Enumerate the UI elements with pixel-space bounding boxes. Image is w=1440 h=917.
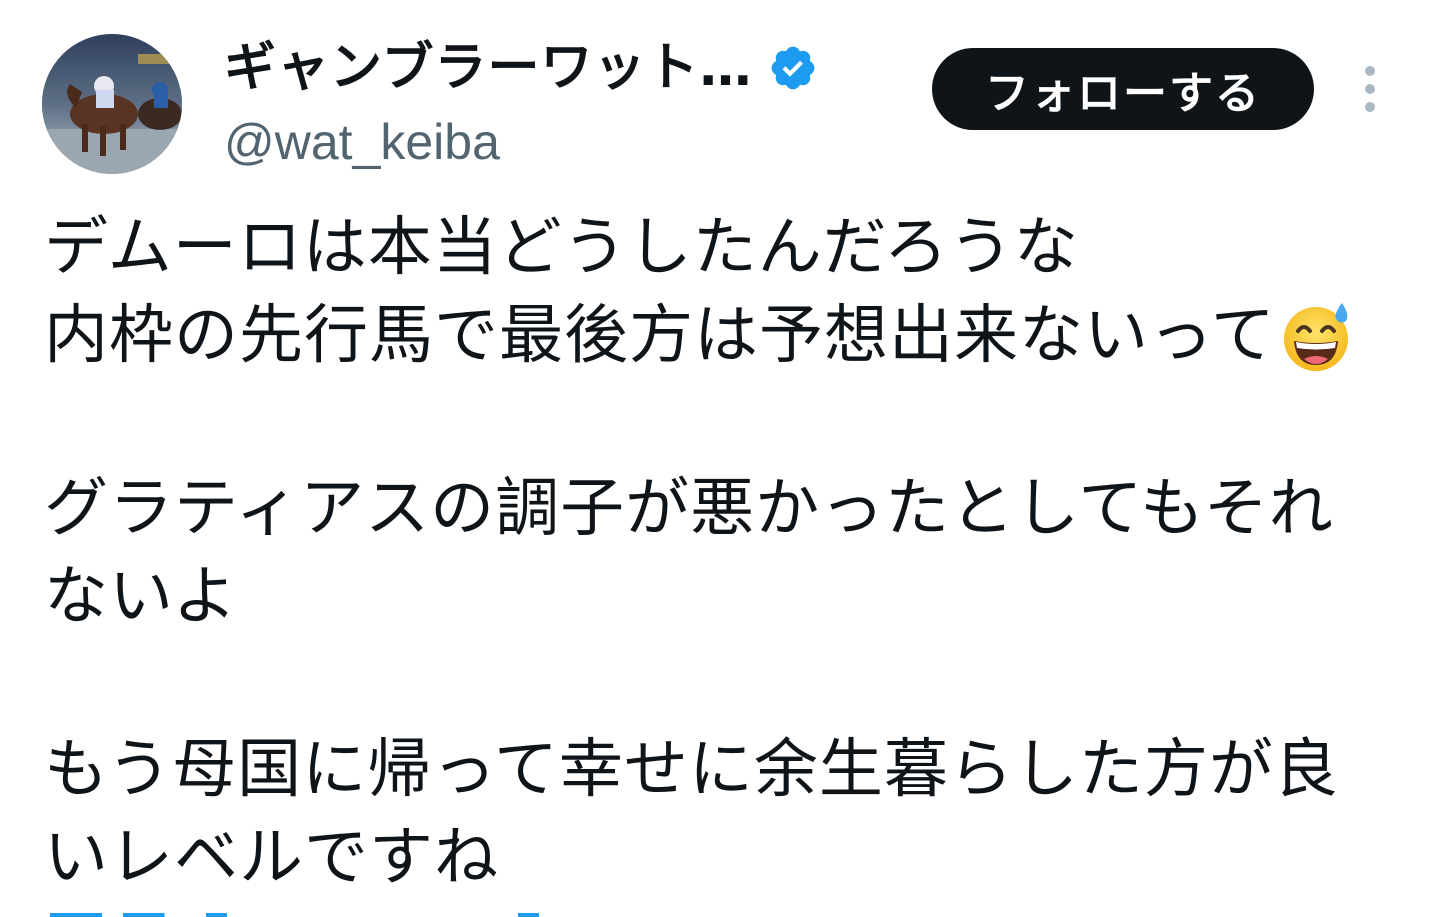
tweet-line-text: ないよ — [44, 560, 238, 634]
user-name-block: ギャンブラーワット… @wat_keiba — [224, 36, 904, 172]
verified-badge-icon — [768, 43, 818, 93]
tweet-line-text: 内枠の先行馬で最後方は予想出来ないって — [44, 299, 1276, 373]
tweet-line: いレベルですね — [44, 814, 1414, 902]
display-name[interactable]: ギャンブラーワット… — [224, 36, 752, 100]
tweet-line-text: いレベルですね — [44, 821, 499, 895]
tweet-text: デムーロは本当どうしたんだろうな 内枠の先行馬で最後方は予想出来ないって グラテ… — [44, 204, 1414, 902]
tweet-line: もう母国に帰って幸せに余生暮らした方が良 — [44, 726, 1414, 814]
grinning-face-with-sweat-icon — [1280, 299, 1354, 373]
tweet-header: ギャンブラーワット… @wat_keiba フォローする — [0, 0, 1440, 190]
tweet-line-text: デムーロは本当どうしたんだろうな — [44, 211, 1079, 285]
more-vertical-icon[interactable] — [1346, 62, 1394, 116]
follow-button[interactable]: フォローする — [932, 48, 1314, 130]
display-name-row: ギャンブラーワット… — [224, 36, 904, 100]
horse-racing-avatar-image — [42, 34, 182, 174]
tweet-line: グラティアスの調子が悪かったとしてもそれ — [44, 465, 1414, 553]
user-avatar[interactable] — [42, 34, 182, 174]
tweet-line: 内枠の先行馬で最後方は予想出来ないって — [44, 292, 1414, 380]
hashtag-link-peek[interactable] — [50, 908, 570, 917]
tweet-line: ないよ — [44, 553, 1414, 641]
user-handle[interactable]: @wat_keiba — [224, 112, 904, 172]
tweet-line-text: グラティアスの調子が悪かったとしてもそれ — [44, 472, 1334, 546]
tweet-line-text: もう母国に帰って幸せに余生暮らした方が良 — [44, 733, 1339, 807]
tweet-line: デムーロは本当どうしたんだろうな — [44, 204, 1414, 292]
